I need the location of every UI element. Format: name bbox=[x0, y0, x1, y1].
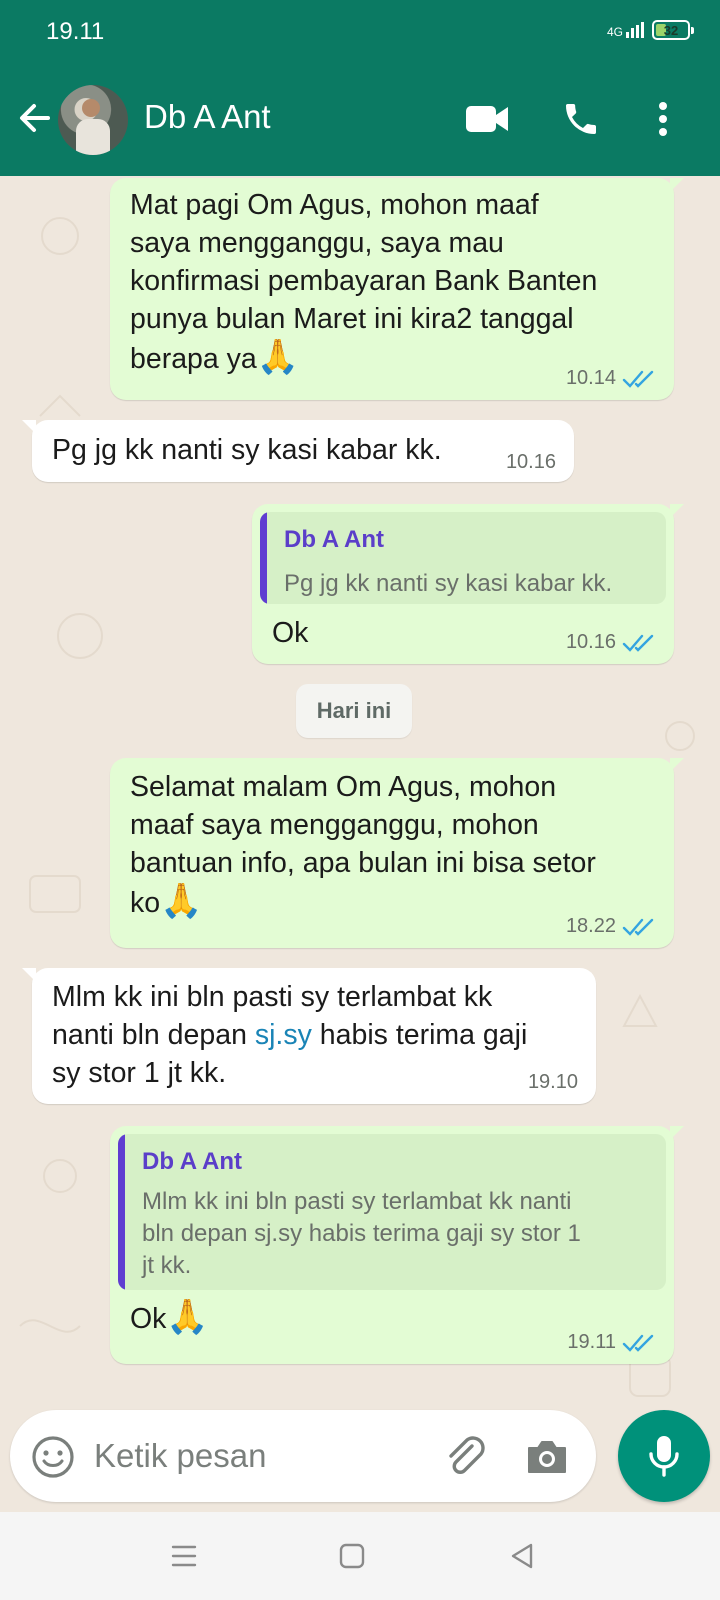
date-separator: Hari ini bbox=[296, 684, 412, 738]
battery-level: 32 bbox=[663, 22, 679, 38]
mic-icon bbox=[649, 1436, 679, 1477]
message-composer bbox=[10, 1410, 596, 1502]
message-meta: 10.16 bbox=[506, 451, 556, 474]
read-ticks-icon bbox=[622, 370, 654, 388]
quote-sender: Db A Ant bbox=[142, 1148, 242, 1175]
message-meta: 10.16 bbox=[566, 631, 656, 654]
message-meta: 10.14 bbox=[566, 367, 656, 390]
pray-emoji: 🙏 bbox=[166, 1298, 209, 1336]
message-bubble-outgoing[interactable]: Selamat malam Om Agus, mohon maaf saya m… bbox=[110, 758, 684, 948]
message-text: Mat pagi Om Agus, mohon maaf saya mengga… bbox=[130, 189, 598, 376]
quoted-message[interactable]: Db A Ant Mlm kk ini bln pasti sy terlamb… bbox=[118, 1134, 666, 1290]
message-text: Pg jg kk nanti sy kasi kabar kk. bbox=[52, 434, 442, 466]
phone-call-icon[interactable] bbox=[556, 94, 606, 144]
attach-icon[interactable] bbox=[440, 1432, 490, 1482]
message-meta: 19.10 bbox=[528, 1071, 578, 1094]
network-indicator: 4G bbox=[607, 22, 644, 38]
quote-text: Mlm kk ini bln pasti sy terlambat kk nan… bbox=[142, 1188, 581, 1279]
signal-icon bbox=[626, 22, 644, 38]
message-bubble-outgoing[interactable]: Db A Ant Pg jg kk nanti sy kasi kabar kk… bbox=[252, 504, 684, 664]
message-link[interactable]: sj.sy bbox=[255, 1019, 312, 1051]
message-text: Mlm kk ini bln pasti sy terlambat kk nan… bbox=[52, 981, 528, 1089]
app-bar: Db A Ant bbox=[0, 80, 720, 160]
mic-button[interactable] bbox=[618, 1410, 710, 1502]
message-bubble-outgoing[interactable]: Db A Ant Mlm kk ini bln pasti sy terlamb… bbox=[110, 1126, 684, 1364]
message-input[interactable] bbox=[94, 1432, 414, 1480]
message-time: 19.10 bbox=[527, 1071, 578, 1093]
message-text: Ok bbox=[272, 617, 309, 649]
message-bubble-incoming[interactable]: Pg jg kk nanti sy kasi kabar kk. 10.16 bbox=[22, 420, 574, 482]
battery-icon: 32 bbox=[652, 20, 694, 40]
more-options-icon[interactable] bbox=[638, 94, 688, 144]
message-bubble-outgoing[interactable]: Mat pagi Om Agus, mohon maaf saya mengga… bbox=[110, 178, 684, 400]
camera-icon[interactable] bbox=[524, 1434, 570, 1480]
message-time: 10.16 bbox=[565, 631, 616, 653]
message-meta: 19.11 bbox=[567, 1331, 656, 1354]
pray-emoji: 🙏 bbox=[160, 882, 203, 920]
message-text: Ok🙏 bbox=[130, 1298, 209, 1336]
avatar[interactable] bbox=[58, 85, 128, 155]
message-text: Selamat malam Om Agus, mohon maaf saya m… bbox=[130, 771, 596, 920]
read-ticks-icon bbox=[622, 1334, 654, 1352]
chat-area[interactable]: Mat pagi Om Agus, mohon maaf saya mengga… bbox=[0, 176, 720, 1472]
message-time: 18.22 bbox=[565, 915, 616, 937]
quote-bar bbox=[260, 512, 267, 604]
emoji-icon[interactable] bbox=[30, 1434, 76, 1480]
back-arrow-icon[interactable] bbox=[14, 98, 54, 138]
status-indicators: 4G 32 bbox=[607, 20, 694, 40]
pray-emoji: 🙏 bbox=[256, 338, 300, 376]
header-bar: 19.11 4G 32 Db A Ant bbox=[0, 0, 720, 176]
video-call-icon[interactable] bbox=[462, 94, 512, 144]
message-bubble-incoming[interactable]: Mlm kk ini bln pasti sy terlambat kk nan… bbox=[22, 968, 596, 1104]
quoted-message[interactable]: Db A Ant Pg jg kk nanti sy kasi kabar kk… bbox=[260, 512, 666, 604]
nav-back-icon[interactable] bbox=[500, 1534, 544, 1578]
quote-text: Pg jg kk nanti sy kasi kabar kk. bbox=[284, 570, 613, 597]
quote-bar bbox=[118, 1134, 125, 1290]
message-meta: 18.22 bbox=[566, 915, 656, 938]
read-ticks-icon bbox=[622, 634, 654, 652]
quote-sender: Db A Ant bbox=[284, 526, 384, 553]
message-time: 10.14 bbox=[565, 367, 616, 389]
read-ticks-icon bbox=[622, 918, 654, 936]
message-time: 10.16 bbox=[505, 451, 556, 473]
status-time: 19.11 bbox=[46, 18, 105, 45]
nav-menu-icon[interactable] bbox=[162, 1534, 206, 1578]
system-nav-bar bbox=[0, 1512, 720, 1600]
contact-name[interactable]: Db A Ant bbox=[144, 98, 271, 136]
nav-home-icon[interactable] bbox=[330, 1534, 374, 1578]
message-time: 19.11 bbox=[567, 1331, 616, 1353]
network-type: 4G bbox=[606, 25, 623, 39]
